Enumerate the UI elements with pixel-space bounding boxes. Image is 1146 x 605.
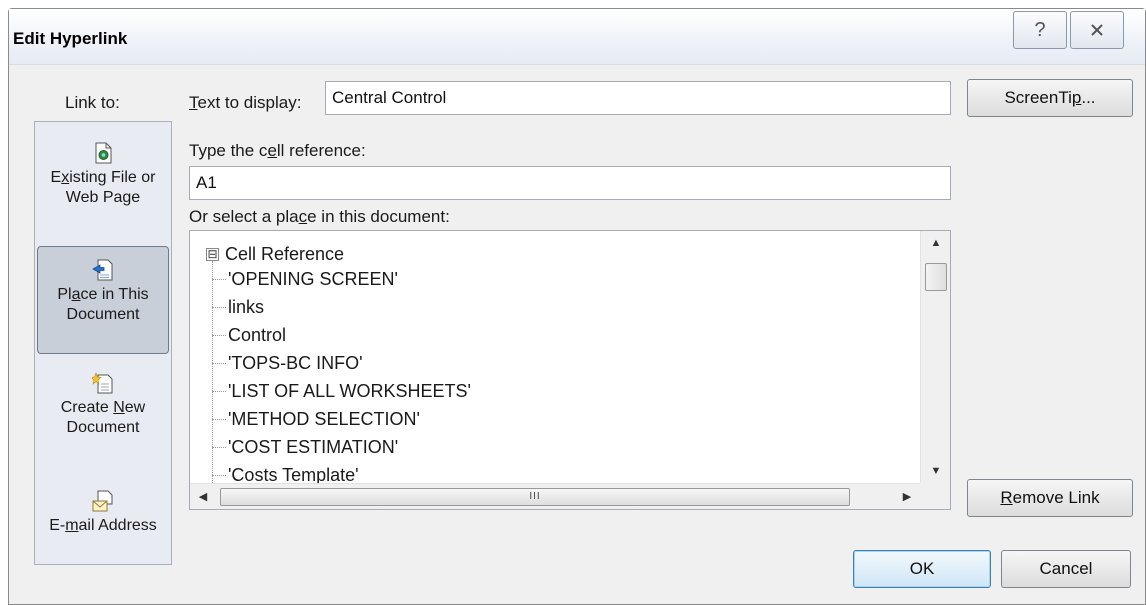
tree-item[interactable]: 'TOPS-BC INFO' — [212, 349, 363, 377]
cell-reference-input[interactable] — [189, 166, 951, 200]
tree-node-cell-reference[interactable]: ⊟ Cell Reference — [206, 241, 344, 267]
ok-button[interactable]: OK — [853, 550, 991, 588]
link-option-label-line2: Web Page — [65, 189, 141, 206]
close-button[interactable] — [1070, 11, 1124, 49]
remove-link-button[interactable]: Remove Link — [967, 479, 1133, 517]
document-place-icon — [92, 259, 113, 281]
document-place-tree[interactable]: ⊟ Cell Reference 'OPENING SCREEN' links … — [189, 230, 951, 510]
horizontal-scroll-thumb[interactable]: III — [220, 488, 850, 506]
link-option-existing-file[interactable]: Existing File or Web Page — [37, 142, 169, 238]
scrollbar-corner — [920, 483, 950, 509]
edit-hyperlink-dialog: Edit Hyperlink ? Link to: Existing File … — [8, 8, 1146, 605]
tree-item[interactable]: 'COST ESTIMATION' — [212, 433, 398, 461]
new-document-icon — [92, 372, 113, 394]
link-option-label: Existing File or — [50, 169, 156, 186]
dialog-title: Edit Hyperlink — [13, 29, 128, 48]
cell-reference-label: Type the cell reference: — [189, 141, 366, 160]
text-to-display-input[interactable] — [325, 81, 951, 115]
cancel-button[interactable]: Cancel — [1001, 550, 1131, 588]
link-option-label-line2: Document — [66, 306, 140, 323]
collapse-icon[interactable]: ⊟ — [206, 247, 219, 261]
link-option-label-line2: Document — [66, 419, 140, 436]
link-option-label: Create New — [60, 399, 146, 416]
scroll-left-arrow-icon[interactable]: ◀ — [190, 484, 216, 509]
horizontal-scrollbar[interactable]: ◀ III ▶ — [190, 483, 920, 509]
scroll-down-arrow-icon[interactable]: ▼ — [921, 459, 950, 483]
link-option-email-address[interactable]: E-mail Address — [37, 490, 169, 560]
link-option-label: E-mail Address — [49, 517, 157, 534]
scroll-up-arrow-icon[interactable]: ▲ — [921, 231, 950, 255]
link-option-label: Place in This — [57, 286, 149, 303]
help-button[interactable]: ? — [1013, 11, 1067, 49]
text-to-display-label: Text to display: — [189, 93, 302, 112]
tree-item[interactable]: links — [212, 293, 264, 321]
link-option-place-in-document[interactable]: Place in This Document — [37, 246, 169, 354]
help-icon: ? — [1034, 18, 1046, 41]
close-icon — [1091, 24, 1103, 36]
tree-item[interactable]: 'METHOD SELECTION' — [212, 405, 420, 433]
existing-file-icon — [95, 142, 112, 164]
tree-content: ⊟ Cell Reference 'OPENING SCREEN' links … — [190, 231, 920, 491]
link-to-panel: Existing File or Web Page Place in This … — [34, 121, 172, 565]
tree-item[interactable]: 'LIST OF ALL WORKSHEETS' — [212, 377, 471, 405]
title-bar: Edit Hyperlink ? — [9, 9, 1145, 65]
tree-item[interactable]: Control — [212, 321, 286, 349]
place-in-document-label: Or select a place in this document: — [189, 207, 450, 226]
tree-item[interactable]: 'OPENING SCREEN' — [212, 265, 398, 293]
scroll-right-arrow-icon[interactable]: ▶ — [894, 484, 920, 509]
link-option-create-new-document[interactable]: Create New Document — [37, 372, 169, 462]
email-icon — [92, 490, 113, 512]
tree-root-label: Cell Reference — [225, 243, 345, 264]
vertical-scrollbar[interactable]: ▲ ▼ — [920, 231, 950, 483]
vertical-scroll-thumb[interactable] — [925, 263, 947, 291]
link-to-label: Link to: — [65, 93, 120, 112]
screentip-button[interactable]: ScreenTip... — [967, 79, 1133, 117]
